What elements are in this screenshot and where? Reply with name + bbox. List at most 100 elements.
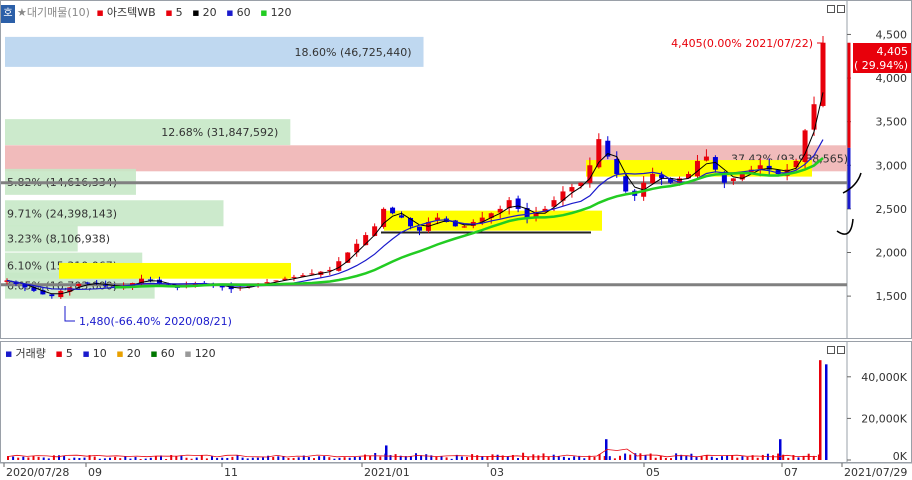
x-tick-label: 2021/01 [364,466,410,479]
volume-spike-bar [779,439,782,460]
volume-bar [690,453,693,460]
volume-bar [103,458,106,460]
volume-bar [149,457,152,460]
volume-bar [124,456,127,460]
y-tick-label: 2,500 [876,203,908,216]
volume-bar [211,456,213,460]
candle-body [515,198,521,209]
candle-body [730,178,736,181]
volume-bar [460,456,463,460]
x-tick-label: 09 [88,466,102,479]
volume-bar [741,456,744,460]
volume-bar [17,457,20,460]
volume-bar [619,455,621,460]
volume-bar [221,457,224,460]
volume-bar [42,457,45,460]
volume-bar [313,458,315,460]
volume-bar [241,457,244,460]
candle-body [569,187,575,192]
volume-spike-bar [819,360,822,460]
volume-bar [22,456,25,460]
volume-bar [129,458,132,460]
volume-bar [797,457,800,460]
volume-bar [358,456,361,460]
volume-bar [629,454,632,460]
volume-bar [721,456,723,460]
volume-bar [114,456,117,460]
volume-bar [761,454,764,460]
volume-bar [593,456,596,460]
volume-bar [73,457,76,460]
candle-body [703,156,709,161]
price-chart-svg: 4,500 4,000 3,500 3,000 2,500 2,000 1,500 18.60… [1,1,911,338]
volume-bar [216,458,219,460]
volume-bar [415,453,417,460]
volume-bar [333,458,336,460]
volume-ma5-line [6,448,818,458]
price-chart-panel[interactable]: 호 ★대기매물(10) ▪ 아즈텍WB ▪ 5 ▪ 20 ▪ 60 ▪ 120 4,500… [0,0,912,339]
volume-bar [231,456,234,460]
volume-bar [353,457,356,460]
low-price-label: 1,480(-66.40% 2020/08/21) [79,315,232,328]
volume-bar [639,453,642,460]
x-tick-label: 07 [784,466,798,479]
volume-bar [12,456,15,460]
candle-body [416,226,422,231]
y-tick-label: 20,000K [861,412,907,425]
volume-bar [98,458,101,460]
congestion-box [59,262,291,279]
candle-body [685,174,691,179]
volume-bar [613,458,616,460]
volume-bar [205,458,208,460]
volume-bar [58,455,60,460]
volume-bar [338,457,341,460]
volume-bar [440,456,443,460]
volume-bar [195,457,198,460]
candle-body [219,285,225,288]
volume-bar [654,457,657,460]
volume-bar [506,456,509,460]
volume-bar [272,456,275,460]
volume-bar [547,456,550,460]
volume-bar [297,457,300,460]
volume-bar [226,457,229,460]
volume-chart-panel[interactable]: ▪ 거래량 ▪ 5 ▪ 10 ▪ 20 ▪ 60 ▪ 120 40,000K 20,000K 0… [0,341,912,463]
volume-bar [318,456,321,460]
candle-body [461,226,467,228]
volume-bar [348,457,351,460]
volume-bar [476,455,479,460]
volume-bar [287,457,290,460]
volume-bar [47,458,50,460]
volume-bar [471,454,474,460]
candle-body [820,42,826,106]
volume-bar [200,455,203,460]
volume-bar [578,456,581,460]
volume-bar [772,455,774,460]
overhang-label: 18.60% (46,725,440) [295,46,412,59]
candle-body [390,207,396,214]
candle-body [650,174,656,184]
volume-bar [190,458,193,460]
volume-bar [134,457,137,460]
volume-bar [756,457,759,460]
y-tick-label: 3,500 [876,116,908,129]
volume-bar [175,455,178,460]
range-brace [836,218,854,235]
volume-bar [573,456,576,460]
candle-body [614,158,620,174]
volume-bar [37,456,40,460]
y-tick-label: 4,000 [876,72,908,85]
volume-bar [710,456,713,460]
volume-bar [746,456,749,460]
volume-bar [435,456,438,460]
overhang-label: 9.71% (24,398,143) [7,207,117,220]
candle-body [694,160,700,177]
volume-bar [552,454,555,460]
volume-spike-bar [825,364,828,460]
y-tick-label: 3,000 [876,159,908,172]
volume-bar [675,453,678,460]
volume-bar [715,457,718,460]
volume-bar [700,456,703,460]
overhang-label: 12.68% (31,847,592) [161,126,278,139]
volume-bar [256,457,259,460]
